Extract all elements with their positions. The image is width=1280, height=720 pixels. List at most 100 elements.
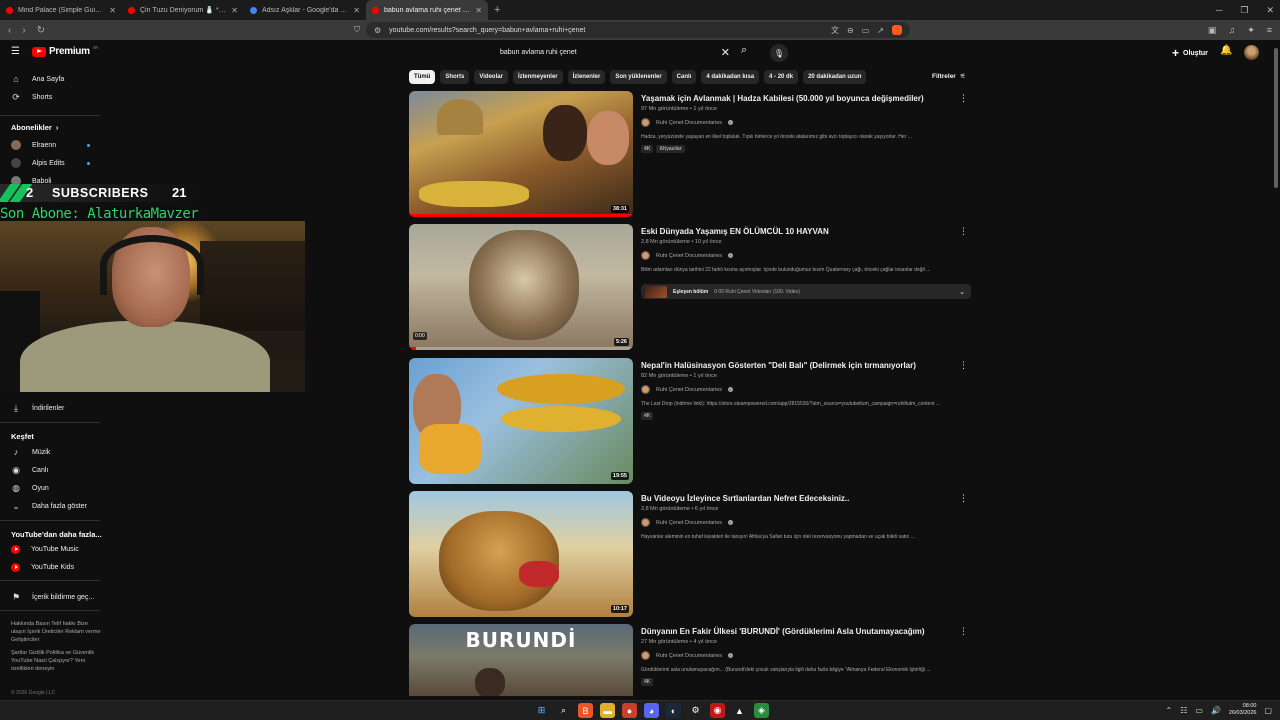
chip-videos[interactable]: Videolar bbox=[474, 70, 508, 84]
video-thumbnail[interactable]: 19:55 bbox=[409, 358, 633, 484]
video-result[interactable]: BURUNDİ Dünyanın En Fakir Ülkesi 'BURUND… bbox=[409, 624, 974, 696]
media-icon[interactable]: ♫ bbox=[1228, 25, 1235, 35]
account-avatar[interactable] bbox=[1244, 45, 1259, 60]
app-icon[interactable]: ◉ bbox=[710, 703, 725, 718]
matching-chapter[interactable]: Eşleşen bölüm 0:00 Ruhi Çenet Videoları … bbox=[641, 284, 971, 299]
cast-icon[interactable]: ▭ bbox=[862, 26, 870, 35]
app-icon[interactable]: ● bbox=[622, 703, 637, 718]
channel-link[interactable]: Ruhi Çenet Documentaries ✓ bbox=[641, 251, 734, 260]
forward-icon[interactable]: › bbox=[22, 25, 25, 36]
video-thumbnail[interactable]: 10:17 bbox=[409, 491, 633, 617]
extensions-icon[interactable]: ✦ bbox=[1247, 25, 1255, 36]
chevron-down-icon[interactable]: ⌄ bbox=[959, 288, 965, 296]
restore-icon[interactable]: ❐ bbox=[1240, 5, 1248, 16]
sidebar-item-show-more[interactable]: ⌄ Daha fazla göster bbox=[0, 498, 104, 514]
filters-button[interactable]: Filtreler ⚟ bbox=[932, 72, 966, 81]
sidebar-item-music[interactable]: ♪ Müzik bbox=[0, 444, 104, 460]
sidebar-item-channel[interactable]: Alpis Edits bbox=[0, 155, 104, 171]
brave-shields-icon[interactable] bbox=[892, 25, 902, 35]
url-text[interactable]: youtube.com/results?search_query=babun+a… bbox=[389, 27, 823, 34]
clear-search-icon[interactable]: ✕ bbox=[721, 46, 730, 59]
video-thumbnail[interactable]: 38:31 bbox=[409, 91, 633, 217]
close-icon[interactable]: ✕ bbox=[475, 6, 482, 15]
chip-shorts[interactable]: Shorts bbox=[440, 70, 470, 84]
video-result[interactable]: 38:31 Yaşamak için Avlanmak | Hadza Kabi… bbox=[409, 91, 974, 217]
network-icon[interactable]: ☷ bbox=[1180, 706, 1187, 715]
close-icon[interactable]: ✕ bbox=[231, 6, 238, 15]
brave-browser-icon[interactable]: B bbox=[578, 703, 593, 718]
video-title[interactable]: Bu Videoyu İzleyince Sırtlanlardan Nefre… bbox=[641, 494, 961, 503]
more-options-icon[interactable]: ⋮ bbox=[959, 493, 968, 504]
video-result[interactable]: 10:17 Bu Videoyu İzleyince Sırtlanlardan… bbox=[409, 491, 974, 617]
close-icon[interactable]: ✕ bbox=[109, 6, 116, 15]
notifications-bell-icon[interactable]: 🔔 bbox=[1220, 45, 1232, 56]
browser-tab-active[interactable]: babun avlama ruhi çenet - YouTube ✕ bbox=[366, 0, 488, 20]
browser-tab[interactable]: Çin Tuzu Deniyorum 🧂 *reklam yok ✕ bbox=[122, 0, 244, 20]
address-bar[interactable]: ⚙ youtube.com/results?search_query=babun… bbox=[366, 22, 910, 38]
browser-tab[interactable]: Mind Palace (Simple Guide) - 5 Steps ✕ bbox=[0, 0, 122, 20]
more-options-icon[interactable]: ⋮ bbox=[959, 360, 968, 371]
settings-icon[interactable]: ⚙ bbox=[688, 703, 703, 718]
video-thumbnail[interactable]: 0:00 5:26 bbox=[409, 224, 633, 350]
video-title[interactable]: Dünyanın En Fakir Ülkesi 'BURUNDİ' (Görd… bbox=[641, 627, 961, 636]
youtube-logo[interactable]: Premium TR bbox=[32, 45, 98, 57]
video-title[interactable]: Yaşamak için Avlanmak | Hadza Kabilesi (… bbox=[641, 94, 961, 103]
zoom-icon[interactable]: ⊖ bbox=[847, 26, 854, 35]
search-input[interactable]: babun avlama ruhi çenet bbox=[500, 49, 721, 56]
sidebar-item-channel[interactable]: Elraenn bbox=[0, 137, 104, 153]
channel-link[interactable]: Ruhi Çenet Documentaries ✓ bbox=[641, 118, 734, 127]
search-box[interactable]: babun avlama ruhi çenet ✕ bbox=[492, 43, 738, 61]
chip-over-20-min[interactable]: 20 dakikadan uzun bbox=[803, 70, 867, 84]
video-title[interactable]: Nepal'in Halüsinasyon Gösterten "Deli Ba… bbox=[641, 361, 961, 370]
volume-icon[interactable]: 🔊 bbox=[1211, 706, 1221, 715]
channel-link[interactable]: Ruhi Çenet Documentaries ✓ bbox=[641, 518, 734, 527]
sidebar-item-downloads[interactable]: ⤓ İndirilenler bbox=[0, 400, 104, 416]
channel-link[interactable]: Ruhi Çenet Documentaries ✓ bbox=[641, 651, 734, 660]
channel-link[interactable]: Ruhi Çenet Documentaries ✓ bbox=[641, 385, 734, 394]
page-scrollbar[interactable] bbox=[1272, 40, 1280, 700]
hamburger-menu-icon[interactable]: ☰ bbox=[11, 46, 20, 57]
close-window-icon[interactable]: ✕ bbox=[1266, 5, 1274, 16]
chip-watched[interactable]: İzlenenler bbox=[567, 70, 606, 84]
scrollbar-thumb[interactable] bbox=[1274, 48, 1278, 188]
sidebar-item-youtube-music[interactable]: YouTube Music bbox=[0, 541, 104, 557]
close-icon[interactable]: ✕ bbox=[353, 6, 360, 15]
browser-menu-icon[interactable]: ≡ bbox=[1267, 25, 1272, 35]
display-icon[interactable]: ▭ bbox=[1195, 706, 1203, 715]
browser-tab[interactable]: Adsız Aşklar - Google'da Ara ✕ bbox=[244, 0, 366, 20]
file-explorer-icon[interactable]: ▬ bbox=[600, 703, 615, 718]
minimize-icon[interactable]: ─ bbox=[1216, 5, 1222, 15]
reload-icon[interactable]: ↻ bbox=[37, 25, 45, 36]
steam-icon[interactable]: ◐ bbox=[666, 703, 681, 718]
windows-start-icon[interactable]: ⊞ bbox=[534, 703, 549, 718]
more-options-icon[interactable]: ⋮ bbox=[959, 93, 968, 104]
translate-icon[interactable]: 文 bbox=[831, 25, 839, 36]
bookmark-icon[interactable]: ⛉ bbox=[354, 25, 360, 35]
chip-recently-uploaded[interactable]: Son yüklenenler bbox=[610, 70, 667, 84]
create-button[interactable]: + Oluştur bbox=[1172, 46, 1208, 60]
search-icon[interactable]: ⌕ bbox=[556, 703, 571, 718]
sidebar-item-youtube-kids[interactable]: YouTube Kids bbox=[0, 559, 104, 575]
app-icon[interactable]: ◈ bbox=[754, 703, 769, 718]
sidebar-item-live[interactable]: ◉ Canlı bbox=[0, 462, 104, 478]
app-icon[interactable]: ▲ bbox=[732, 703, 747, 718]
more-options-icon[interactable]: ⋮ bbox=[959, 626, 968, 637]
chip-under-4-min[interactable]: 4 dakikadan kısa bbox=[701, 70, 760, 84]
subscriptions-header[interactable]: Abonelikler › bbox=[11, 123, 58, 132]
site-info-icon[interactable]: ⚙ bbox=[374, 26, 381, 35]
chip-all[interactable]: Tümü bbox=[409, 70, 436, 84]
notifications-icon[interactable]: ▢ bbox=[1264, 706, 1272, 715]
microphone-icon[interactable]: 🎙 bbox=[770, 44, 788, 62]
chip-4-20-min[interactable]: 4 - 20 dk bbox=[764, 70, 799, 84]
search-icon[interactable]: ⌕ bbox=[741, 44, 747, 57]
footer-links-2[interactable]: Şartlar Gizlilik Politika ve Güvenlik Yo… bbox=[11, 649, 101, 673]
sidebar-item-shorts[interactable]: ⟳ Shorts bbox=[0, 89, 104, 105]
discord-icon[interactable]: ◕ bbox=[644, 703, 659, 718]
sidebar-item-report[interactable]: ⚑ İçerik bildirme geç... bbox=[0, 589, 104, 605]
chip-live[interactable]: Canlı bbox=[671, 70, 697, 84]
video-result[interactable]: 0:00 5:26 Eski Dünyada Yaşamış EN ÖLÜMCÜ… bbox=[409, 224, 974, 350]
chevron-up-icon[interactable]: ⌃ bbox=[1166, 706, 1173, 715]
sidebar-item-gaming[interactable]: ◍ Oyun bbox=[0, 480, 104, 496]
share-icon[interactable]: ↗ bbox=[877, 26, 884, 35]
more-options-icon[interactable]: ⋮ bbox=[959, 226, 968, 237]
